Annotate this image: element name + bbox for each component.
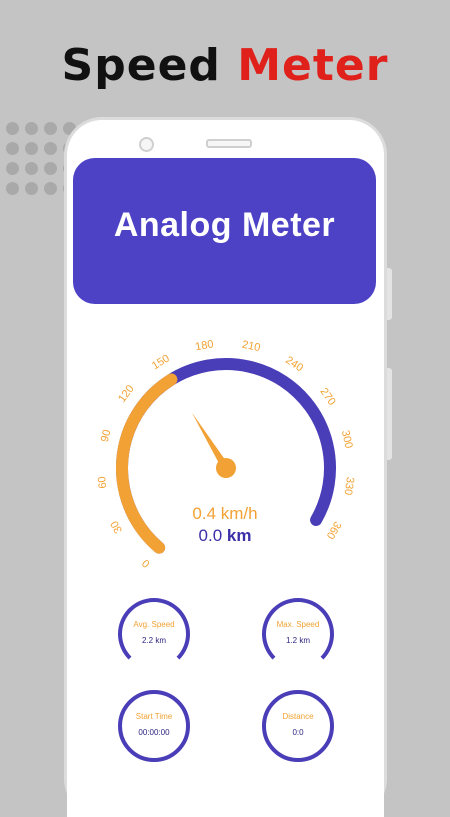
distance-card: Distance 0:0: [262, 690, 334, 762]
start-time-value: 00:00:00: [138, 728, 170, 737]
avg-speed-value: 2.2 km: [141, 636, 166, 645]
gauge-tick-label: 270: [317, 386, 337, 408]
distance-readout: 0.0 km: [125, 526, 325, 546]
gauge-tick-label: 30: [109, 519, 125, 535]
gauge-tick-label: 180: [194, 338, 214, 353]
avg-speed-card: Avg. Speed 2.2 km: [118, 598, 190, 670]
speedometer-gauge: 0 30 60 90 120 150 180 210 240 270 300 330 360: [96, 338, 357, 569]
start-time-label: Start Time: [135, 712, 173, 721]
gauge-hub: [216, 458, 236, 478]
max-speed-card: Max. Speed 1.2 km: [262, 598, 334, 670]
max-speed-label: Max. Speed: [276, 620, 320, 629]
avg-speed-label: Avg. Speed: [133, 620, 175, 629]
gauge-tick-label: 120: [116, 383, 137, 405]
current-speed-readout: 0.4 km/h: [192, 504, 258, 523]
distance-readout-unit: km: [226, 526, 252, 545]
distance-readout-value: 0.0: [198, 526, 223, 545]
gauge-tick-label: 210: [241, 339, 261, 354]
gauge-tick-label: 240: [283, 354, 305, 374]
start-time-card: Start Time 00:00:00: [118, 690, 190, 762]
gauge-tick-label: 330: [342, 476, 357, 496]
distance-value: 0:0: [292, 728, 304, 737]
gauge-tick-label: 60: [96, 476, 109, 490]
gauge-tick-label: 150: [150, 352, 172, 372]
gauge-tick-label: 0: [140, 556, 152, 569]
max-speed-value: 1.2 km: [285, 636, 310, 645]
gauge-tick-label: 90: [99, 428, 114, 443]
gauge-tick-label: 300: [339, 429, 355, 450]
gauge-tick-label: 360: [324, 519, 344, 541]
distance-label: Distance: [282, 712, 314, 721]
